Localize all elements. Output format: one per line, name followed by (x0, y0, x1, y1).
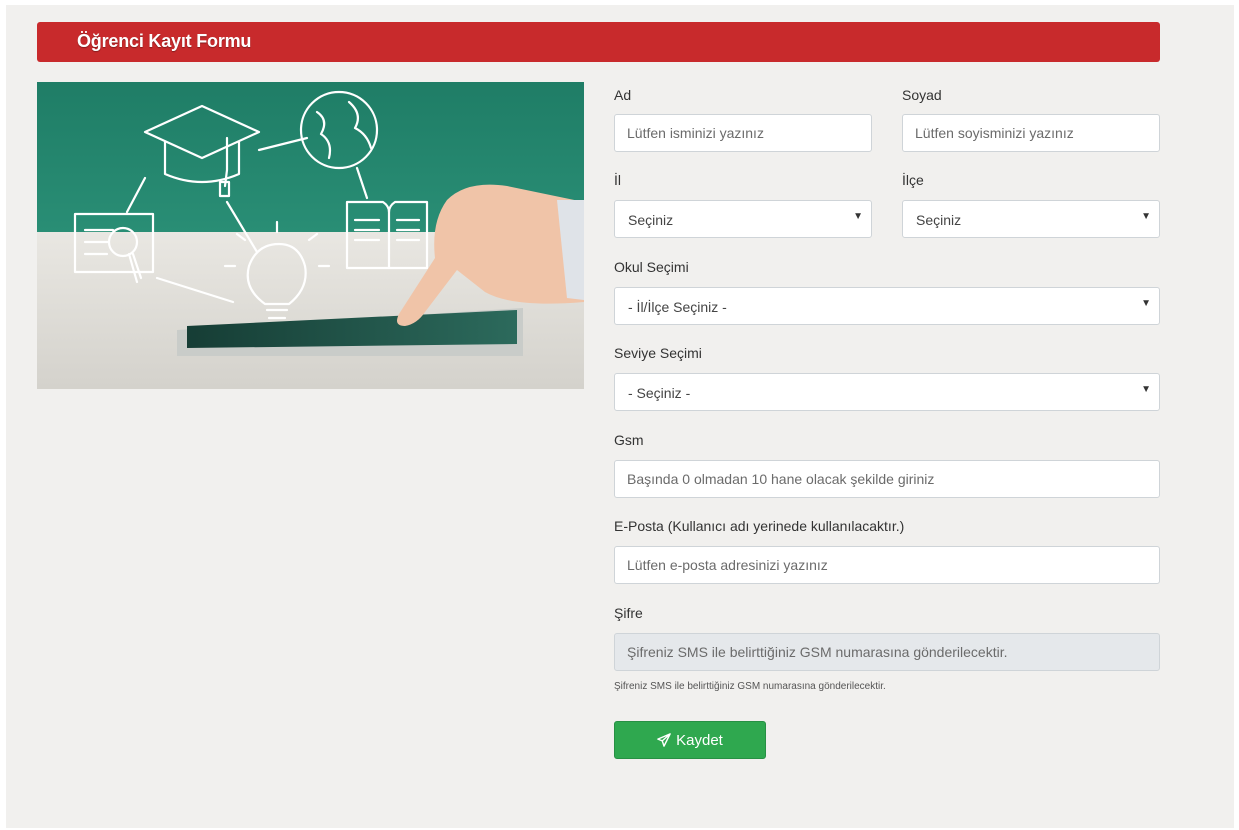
eposta-field[interactable] (614, 546, 1160, 584)
ilce-selected-value: Seçiniz (916, 212, 962, 228)
sifre-help-text: Şifreniz SMS ile belirttiğiniz GSM numar… (614, 681, 886, 692)
caret-down-icon: ▼ (1141, 211, 1151, 222)
caret-down-icon: ▼ (1141, 384, 1151, 395)
form-header: Öğrenci Kayıt Formu (37, 22, 1160, 62)
soyad-input[interactable] (903, 115, 1159, 151)
sifre-input (615, 634, 1159, 670)
soyad-label: Soyad (902, 87, 942, 103)
il-label: İl (614, 172, 621, 188)
okul-label: Okul Seçimi (614, 259, 689, 275)
ad-input[interactable] (615, 115, 871, 151)
seviye-selected-value: - Seçiniz - (628, 385, 691, 401)
il-select[interactable]: Seçiniz ▼ (614, 200, 872, 238)
seviye-label: Seviye Seçimi (614, 345, 702, 361)
okul-selected-value: - İl/İlçe Seçiniz - (628, 299, 727, 315)
ad-label: Ad (614, 87, 632, 103)
eposta-label: E-Posta (Kullanıcı adı yerinede kullanıl… (614, 518, 905, 534)
caret-down-icon: ▼ (1141, 298, 1151, 309)
sifre-label: Şifre (614, 605, 643, 621)
ilce-select[interactable]: Seçiniz ▼ (902, 200, 1160, 238)
gsm-label: Gsm (614, 432, 644, 448)
kaydet-button[interactable]: Kaydet (614, 721, 766, 759)
page-title: Öğrenci Kayıt Formu (77, 31, 252, 51)
il-selected-value: Seçiniz (628, 212, 674, 228)
paper-plane-icon (657, 733, 671, 747)
hero-image (37, 82, 584, 389)
eposta-input[interactable] (615, 547, 1159, 583)
sifre-field (614, 633, 1160, 671)
ad-field[interactable] (614, 114, 872, 152)
gsm-field[interactable] (614, 460, 1160, 498)
caret-down-icon: ▼ (853, 211, 863, 222)
ilce-label: İlçe (902, 172, 924, 188)
soyad-field[interactable] (902, 114, 1160, 152)
okul-select[interactable]: - İl/İlçe Seçiniz - ▼ (614, 287, 1160, 325)
seviye-select[interactable]: - Seçiniz - ▼ (614, 373, 1160, 411)
gsm-input[interactable] (615, 461, 1159, 497)
kaydet-label: Kaydet (676, 731, 723, 749)
